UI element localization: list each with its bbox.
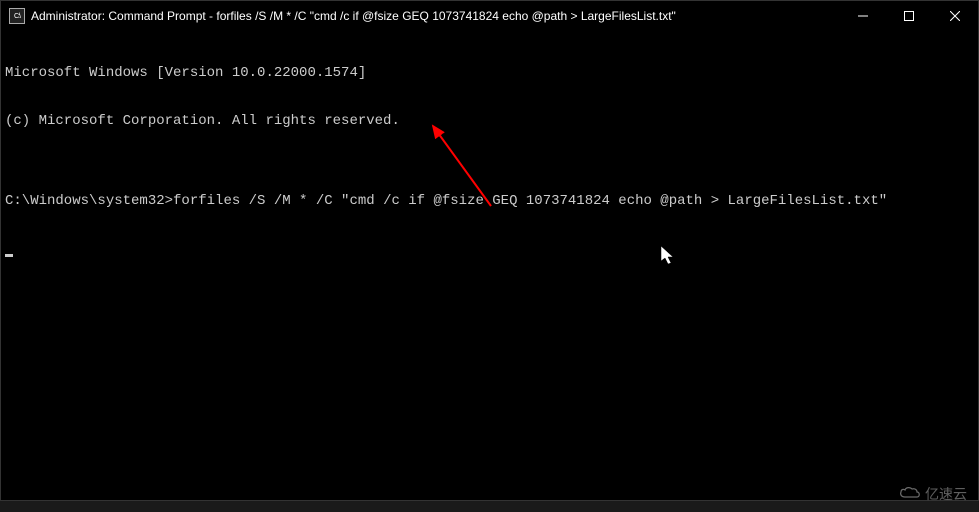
command-prompt-window: C:\ Administrator: Command Prompt - forf… xyxy=(0,0,979,501)
close-button[interactable] xyxy=(932,1,978,31)
cloud-icon xyxy=(899,485,921,504)
maximize-button[interactable] xyxy=(886,1,932,31)
watermark-text: 亿速云 xyxy=(925,484,967,504)
watermark: 亿速云 xyxy=(899,484,967,504)
copyright-line: (c) Microsoft Corporation. All rights re… xyxy=(5,113,974,129)
titlebar[interactable]: C:\ Administrator: Command Prompt - forf… xyxy=(1,1,978,31)
command-text: forfiles /S /M * /C "cmd /c if @fsize GE… xyxy=(173,193,887,209)
maximize-icon xyxy=(904,11,914,21)
terminal-output[interactable]: Microsoft Windows [Version 10.0.22000.15… xyxy=(1,31,978,500)
version-line: Microsoft Windows [Version 10.0.22000.15… xyxy=(5,65,974,81)
minimize-button[interactable] xyxy=(840,1,886,31)
window-controls xyxy=(840,1,978,31)
close-icon xyxy=(950,11,960,21)
text-cursor xyxy=(5,254,13,257)
window-title: Administrator: Command Prompt - forfiles… xyxy=(31,9,840,23)
prompt-text: C:\Windows\system32> xyxy=(5,193,173,209)
command-line: C:\Windows\system32>forfiles /S /M * /C … xyxy=(5,193,974,209)
cmd-icon: C:\ xyxy=(9,8,25,24)
minimize-icon xyxy=(858,11,868,21)
cursor-line xyxy=(5,241,974,257)
